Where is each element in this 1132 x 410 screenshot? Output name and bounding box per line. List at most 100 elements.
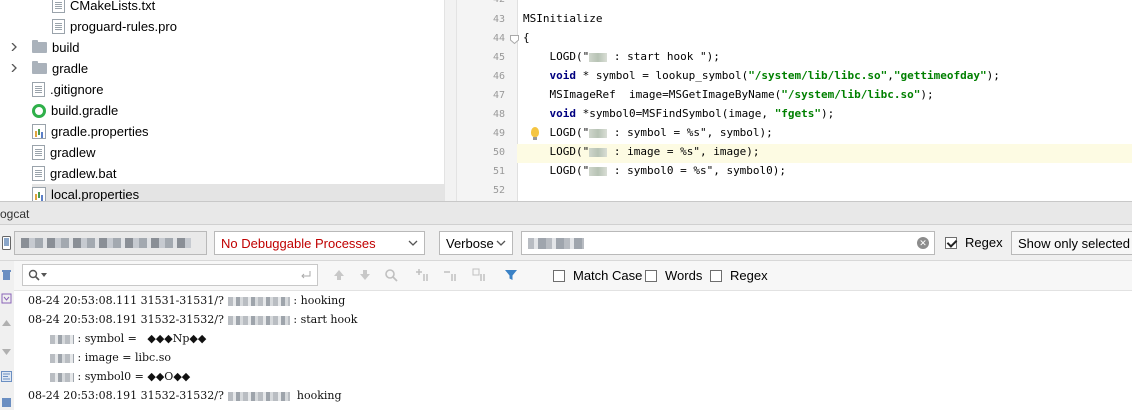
text-file-icon xyxy=(32,166,45,181)
arrow-up-icon[interactable] xyxy=(1,319,12,330)
next-occurrence-icon[interactable] xyxy=(358,268,372,282)
log-line: 08-24 20:53:08.111 31531-31531/? : hooki… xyxy=(28,294,346,307)
previous-occurrence-icon[interactable] xyxy=(332,268,346,282)
line-number: 47 xyxy=(492,90,505,101)
folder-icon xyxy=(32,61,47,74)
chevron-down-icon xyxy=(41,273,47,277)
restart-icon[interactable] xyxy=(1,397,12,408)
filter-icon[interactable] xyxy=(504,268,518,282)
tree-item-label: gradle.properties xyxy=(51,124,149,139)
tree-item-label: build xyxy=(52,40,80,55)
filter-config-select[interactable]: Show only selected xyxy=(1011,231,1132,255)
redacted-tag xyxy=(589,147,608,157)
line-number: 49 xyxy=(492,128,505,139)
line-number: 51 xyxy=(492,166,505,177)
tree-item-label: build.gradle xyxy=(51,103,119,118)
chevron-down-icon xyxy=(496,240,506,246)
code-line: MSInitialize xyxy=(523,12,603,25)
match-case-label: Match Case xyxy=(573,268,643,283)
tree-item-label: proguard-rules.pro xyxy=(70,19,177,34)
logcat-search-input[interactable]: ✕ xyxy=(521,231,935,255)
enter-icon xyxy=(301,271,311,279)
splitter[interactable] xyxy=(444,0,457,201)
log-line: : symbol = ◆◆◆Np◆◆ xyxy=(50,332,206,345)
redacted-tag xyxy=(50,353,74,363)
tree-item-label: gradlew.bat xyxy=(50,166,117,181)
chevron-right-icon[interactable] xyxy=(10,43,18,51)
line-gutter: 42 43 44 45 46 47 48 49 50 51 52 xyxy=(457,0,518,201)
chevron-right-icon[interactable] xyxy=(10,64,18,72)
tree-item[interactable]: gradlew xyxy=(32,142,96,163)
tree-item[interactable]: proguard-rules.pro xyxy=(52,16,177,37)
log-level-value: Verbose xyxy=(446,235,494,251)
redacted-tag xyxy=(589,52,608,62)
select-all-occurrences-icon[interactable] xyxy=(472,268,486,282)
logcat-panel-header: ogcat xyxy=(0,201,1132,225)
find-regex-checkbox[interactable] xyxy=(710,270,722,282)
words-checkbox[interactable] xyxy=(645,270,657,282)
code-line: LOGD(" : start hook "); xyxy=(523,50,720,63)
device-select[interactable] xyxy=(14,231,207,255)
gradle-icon xyxy=(32,103,46,118)
tree-item[interactable]: gradle xyxy=(0,58,200,79)
regex-label: Regex xyxy=(965,235,1003,250)
tree-item[interactable]: gradle.properties xyxy=(32,121,149,142)
text-file-icon xyxy=(52,19,65,34)
tree-item[interactable]: build.gradle xyxy=(32,100,118,121)
trash-icon[interactable] xyxy=(1,269,12,280)
line-number: 42 xyxy=(457,0,505,5)
text-file-icon xyxy=(32,82,45,97)
logcat-toolbar: No Debuggable Processes Verbose ✕ Regex … xyxy=(0,225,1132,261)
tree-item[interactable]: .gitignore xyxy=(32,79,103,100)
line-number: 48 xyxy=(492,109,505,120)
match-case-checkbox[interactable] xyxy=(553,270,565,282)
redacted-tag xyxy=(50,372,74,382)
logcat-title: ogcat xyxy=(0,207,30,221)
code-line: { xyxy=(523,31,530,44)
find-regex-label: Regex xyxy=(730,268,768,283)
folder-icon xyxy=(32,40,47,53)
soft-wrap-icon[interactable] xyxy=(1,371,12,382)
text-file-icon xyxy=(32,145,45,160)
code-line: LOGD(" : symbol = %s", symbol); xyxy=(523,126,773,139)
logcat-output[interactable]: 08-24 20:53:08.111 31531-31531/? : hooki… xyxy=(14,291,1132,410)
code-line: LOGD(" : symbol0 = %s", symbol0); xyxy=(523,164,787,177)
arrow-down-icon[interactable] xyxy=(1,345,12,356)
code-line: void * symbol = lookup_symbol("/system/l… xyxy=(549,69,1000,82)
search-icon[interactable] xyxy=(28,269,40,281)
tree-item-label: gradle xyxy=(52,61,89,76)
redacted-tag xyxy=(589,128,608,138)
words-label: Words xyxy=(665,268,703,283)
regex-checkbox[interactable] xyxy=(945,237,957,249)
code-line: MSImageRef image=MSGetImageByName("/syst… xyxy=(523,88,934,101)
add-occurrence-icon[interactable] xyxy=(416,268,430,282)
tree-item[interactable]: gradlew.bat xyxy=(32,163,117,184)
filter-config-value: Show only selected xyxy=(1018,236,1131,251)
line-number: 50 xyxy=(492,147,505,158)
logcat-side-toolbar xyxy=(0,261,15,410)
log-level-select[interactable]: Verbose xyxy=(439,231,513,255)
find-toolbar: Match Case Words Regex xyxy=(14,261,1132,291)
tree-item-label: CMakeLists.txt xyxy=(70,0,156,13)
line-number: 46 xyxy=(492,71,505,82)
process-select[interactable]: No Debuggable Processes xyxy=(214,231,425,255)
find-input[interactable] xyxy=(22,264,318,286)
line-number: 43 xyxy=(492,14,505,25)
clear-icon[interactable]: ✕ xyxy=(917,237,929,249)
remove-occurrence-icon[interactable] xyxy=(444,268,458,282)
tree-item[interactable]: CMakeLists.txt xyxy=(52,0,155,16)
redacted-search-text xyxy=(528,238,584,249)
log-line: 08-24 20:53:08.191 31532-31532/? hooking xyxy=(28,389,342,402)
properties-file-icon xyxy=(32,187,46,201)
find-usages-icon[interactable] xyxy=(384,268,398,282)
code-line: LOGD(" : image = %s", image); xyxy=(523,145,760,158)
properties-file-icon xyxy=(32,124,46,139)
redacted-device-name xyxy=(21,238,191,248)
redacted-tag xyxy=(589,166,608,176)
tree-item[interactable]: local.properties xyxy=(32,184,444,201)
code-editor[interactable]: 42 43 44 45 46 47 48 49 50 51 52 MSIniti… xyxy=(457,0,1132,201)
fold-icon[interactable] xyxy=(510,35,519,44)
redacted-tag xyxy=(227,315,290,325)
tree-item[interactable]: build xyxy=(0,37,200,58)
scroll-to-end-icon[interactable] xyxy=(1,293,12,304)
